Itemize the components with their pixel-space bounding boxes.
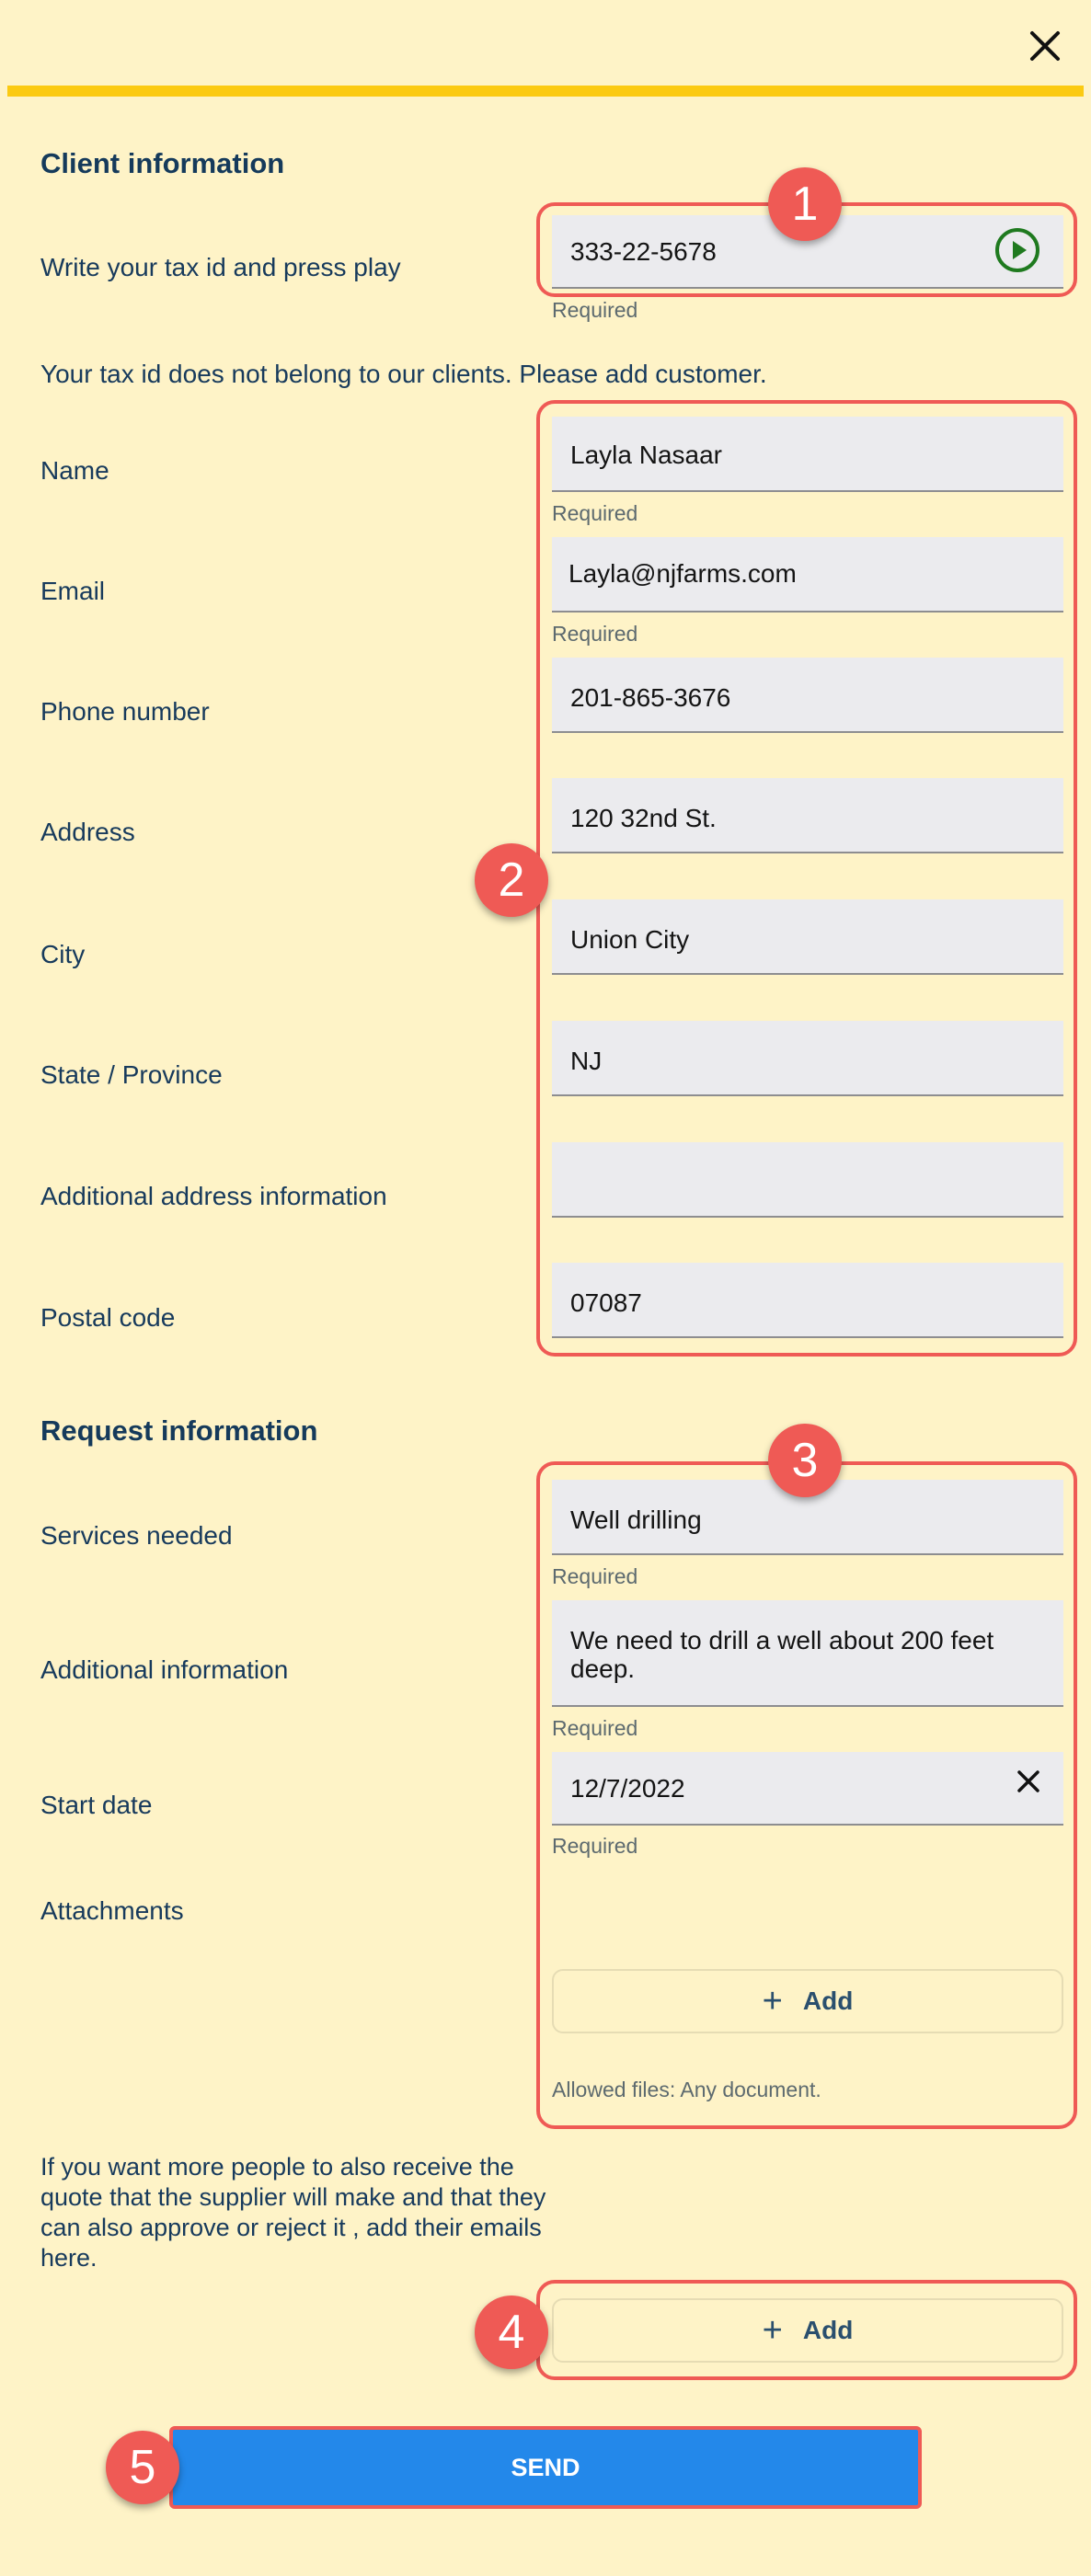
step-badge-2: 2 [475,843,548,917]
email-label: Email [40,577,106,605]
tax-id-required: Required [552,298,638,322]
highlight-box-2 [536,400,1077,1357]
name-label: Name [40,456,109,485]
step-badge-4: 4 [475,2296,548,2369]
postal-code-label: Postal code [40,1303,176,1332]
step-badge-5: 5 [106,2431,179,2504]
additional-info-label: Additional information [40,1655,289,1684]
recipients-help-text: If you want more people to also receive … [40,2153,546,2272]
attachments-label: Attachments [40,1896,184,1925]
request-info-title: Request information [40,1414,318,1447]
city-label: City [40,940,86,968]
highlight-box-4 [536,2280,1077,2380]
accent-divider [7,86,1084,97]
not-client-message: Your tax id does not belong to our clien… [40,360,767,388]
tax-id-label: Write your tax id and press play [40,253,401,281]
step-badge-1: 1 [768,167,842,241]
state-label: State / Province [40,1060,223,1089]
phone-label: Phone number [40,697,210,726]
client-info-title: Client information [40,147,285,179]
highlight-box-3 [536,1461,1077,2129]
address-label: Address [40,818,135,846]
start-date-label: Start date [40,1791,153,1819]
services-label: Services needed [40,1521,233,1550]
additional-address-label: Additional address information [40,1182,387,1210]
send-button[interactable]: SEND [169,2426,922,2509]
step-badge-3: 3 [768,1424,842,1497]
close-icon[interactable] [1023,24,1067,68]
